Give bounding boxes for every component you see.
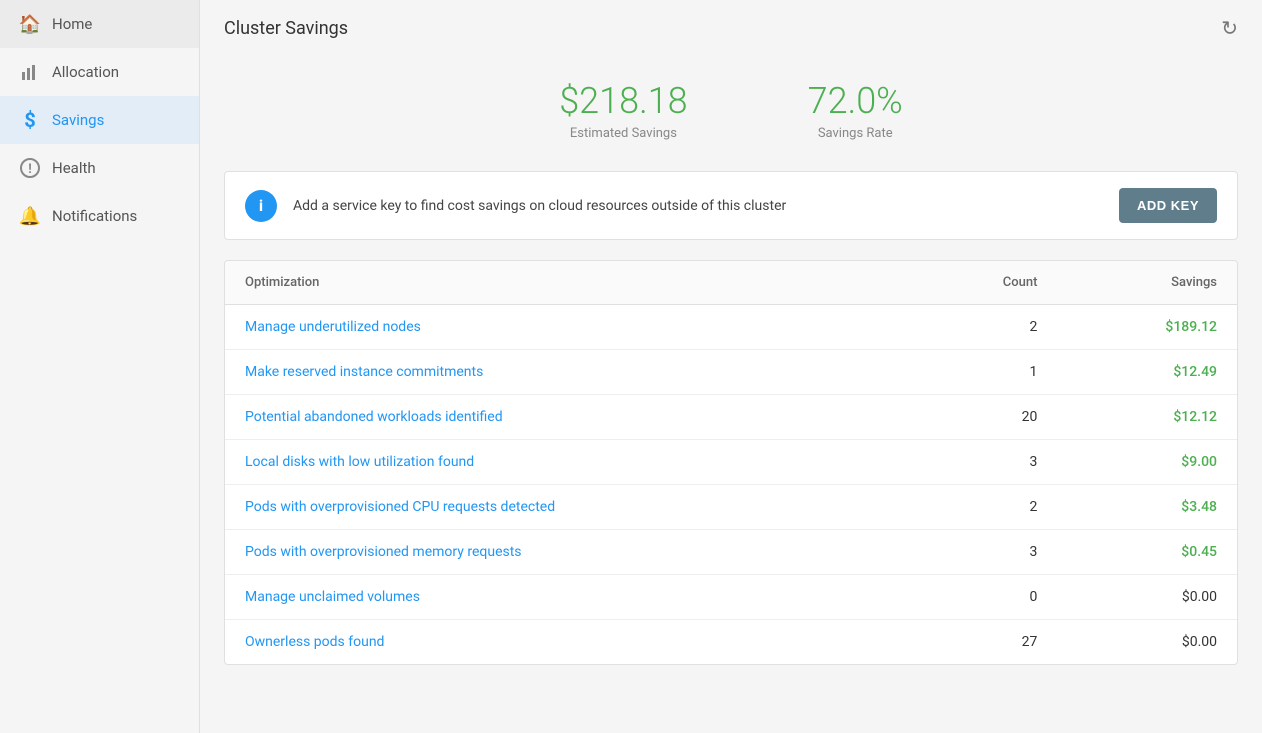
savings-rate-block: 72.0% Savings Rate bbox=[808, 80, 903, 141]
sidebar-item-allocation[interactable]: Allocation bbox=[0, 48, 199, 96]
optimization-link[interactable]: Pods with overprovisioned CPU requests d… bbox=[225, 485, 911, 530]
optimization-link[interactable]: Manage underutilized nodes bbox=[225, 305, 911, 350]
table-row: Potential abandoned workloads identified… bbox=[225, 395, 1237, 440]
sidebar-item-label: Health bbox=[52, 159, 96, 177]
table-row: Pods with overprovisioned CPU requests d… bbox=[225, 485, 1237, 530]
col-optimization: Optimization bbox=[225, 261, 911, 305]
savings-cell: $9.00 bbox=[1057, 440, 1237, 485]
savings-cell: $0.00 bbox=[1057, 620, 1237, 665]
sidebar-item-label: Notifications bbox=[52, 207, 137, 225]
optimization-link[interactable]: Local disks with low utilization found bbox=[225, 440, 911, 485]
count-cell: 0 bbox=[911, 575, 1057, 620]
savings-cell: $12.12 bbox=[1057, 395, 1237, 440]
optimization-link[interactable]: Ownerless pods found bbox=[225, 620, 911, 665]
stats-row: $218.18 Estimated Savings 72.0% Savings … bbox=[200, 56, 1262, 171]
optimization-link[interactable]: Make reserved instance commitments bbox=[225, 350, 911, 395]
sidebar-item-label: Allocation bbox=[52, 63, 119, 81]
optimizations-table: Optimization Count Savings Manage underu… bbox=[224, 260, 1238, 665]
savings-cell: $189.12 bbox=[1057, 305, 1237, 350]
sidebar-item-savings[interactable]: $ Savings bbox=[0, 96, 199, 144]
add-key-button[interactable]: ADD KEY bbox=[1119, 188, 1217, 223]
savings-rate-value: 72.0% bbox=[808, 80, 903, 122]
sidebar: 🏠 Home Allocation $ Savings ! Health 🔔 N… bbox=[0, 0, 200, 733]
table-row: Manage underutilized nodes2$189.12 bbox=[225, 305, 1237, 350]
estimated-savings-block: $218.18 Estimated Savings bbox=[559, 80, 687, 141]
health-icon: ! bbox=[20, 158, 40, 178]
savings-cell: $0.45 bbox=[1057, 530, 1237, 575]
savings-cell: $12.49 bbox=[1057, 350, 1237, 395]
allocation-icon bbox=[20, 62, 40, 82]
sidebar-item-health[interactable]: ! Health bbox=[0, 144, 199, 192]
col-count: Count bbox=[911, 261, 1057, 305]
savings-rate-label: Savings Rate bbox=[808, 126, 903, 141]
count-cell: 27 bbox=[911, 620, 1057, 665]
sidebar-item-label: Savings bbox=[52, 111, 104, 129]
page-title: Cluster Savings bbox=[224, 18, 348, 39]
optimization-link[interactable]: Potential abandoned workloads identified bbox=[225, 395, 911, 440]
savings-cell: $3.48 bbox=[1057, 485, 1237, 530]
optimization-link[interactable]: Manage unclaimed volumes bbox=[225, 575, 911, 620]
table-row: Make reserved instance commitments1$12.4… bbox=[225, 350, 1237, 395]
sidebar-item-label: Home bbox=[52, 15, 92, 33]
savings-icon: $ bbox=[20, 110, 40, 130]
optimization-link[interactable]: Pods with overprovisioned memory request… bbox=[225, 530, 911, 575]
table-row: Ownerless pods found27$0.00 bbox=[225, 620, 1237, 665]
main-content: Cluster Savings ↻ $218.18 Estimated Savi… bbox=[200, 0, 1262, 733]
estimated-savings-value: $218.18 bbox=[559, 80, 687, 122]
table-row: Local disks with low utilization found3$… bbox=[225, 440, 1237, 485]
count-cell: 20 bbox=[911, 395, 1057, 440]
estimated-savings-label: Estimated Savings bbox=[559, 126, 687, 141]
info-banner: i Add a service key to find cost savings… bbox=[224, 171, 1238, 240]
info-text: Add a service key to find cost savings o… bbox=[293, 198, 1103, 214]
table-row: Pods with overprovisioned memory request… bbox=[225, 530, 1237, 575]
header: Cluster Savings ↻ bbox=[200, 0, 1262, 56]
count-cell: 2 bbox=[911, 485, 1057, 530]
refresh-icon[interactable]: ↻ bbox=[1221, 16, 1238, 40]
table-header-row: Optimization Count Savings bbox=[225, 261, 1237, 305]
count-cell: 3 bbox=[911, 440, 1057, 485]
sidebar-item-notifications[interactable]: 🔔 Notifications bbox=[0, 192, 199, 240]
col-savings: Savings bbox=[1057, 261, 1237, 305]
info-icon: i bbox=[245, 190, 277, 222]
svg-text:!: ! bbox=[28, 162, 32, 177]
sidebar-item-home[interactable]: 🏠 Home bbox=[0, 0, 199, 48]
table-row: Manage unclaimed volumes0$0.00 bbox=[225, 575, 1237, 620]
count-cell: 2 bbox=[911, 305, 1057, 350]
count-cell: 3 bbox=[911, 530, 1057, 575]
count-cell: 1 bbox=[911, 350, 1057, 395]
savings-cell: $0.00 bbox=[1057, 575, 1237, 620]
home-icon: 🏠 bbox=[20, 14, 40, 34]
notifications-icon: 🔔 bbox=[20, 206, 40, 226]
